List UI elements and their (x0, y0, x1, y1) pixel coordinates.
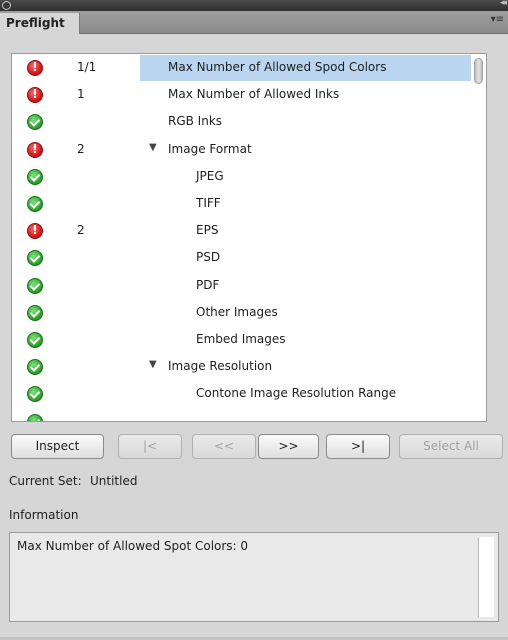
list-row[interactable]: Contone Image Resolution Range (12, 381, 486, 408)
information-scrollbar[interactable] (478, 537, 494, 617)
rule-label: EPS (196, 223, 219, 238)
issue-count: 1/1 (77, 60, 97, 74)
next-button[interactable]: >> (258, 434, 319, 459)
list-row[interactable]: PSD (12, 245, 486, 272)
list-row[interactable]: TIFF (12, 191, 486, 218)
issue-count: 1 (77, 87, 85, 102)
current-set-value: Untitled (90, 474, 138, 488)
issue-count: 2 (77, 223, 85, 238)
list-row[interactable]: PDF (12, 273, 486, 300)
ok-status-icon (27, 359, 43, 376)
close-panel-icon[interactable] (2, 1, 11, 10)
ok-status-icon (27, 332, 43, 348)
scrollbar-thumb[interactable] (474, 58, 483, 84)
collapse-panel-icon[interactable]: ◂◂ (500, 0, 507, 8)
list-row[interactable]: 2 ▼ Image Format (12, 137, 486, 164)
ok-status-icon (27, 196, 43, 212)
rule-label: Image Format (168, 141, 252, 156)
error-status-icon (27, 223, 43, 240)
information-box: Max Number of Allowed Spot Colors: 0 (9, 532, 499, 622)
list-row[interactable] (12, 409, 486, 421)
ok-status-icon (27, 168, 43, 185)
ok-status-icon (27, 413, 43, 421)
list-row[interactable]: 2 EPS (12, 218, 486, 245)
ok-status-icon (27, 114, 43, 131)
rule-label: PSD (196, 250, 221, 265)
error-status-icon (27, 60, 43, 76)
error-status-icon (27, 141, 43, 158)
panel-menu-icon[interactable]: ▾≡ (491, 14, 504, 25)
previous-button[interactable]: << (192, 434, 256, 459)
rule-label: Other Images (196, 304, 278, 319)
rule-label: Max Number of Allowed Inks (168, 87, 340, 102)
list-row[interactable]: ▼ Image Resolution (12, 354, 486, 381)
ok-status-icon (27, 304, 43, 321)
panel-titlebar: ◂◂ (0, 0, 508, 11)
error-status-icon (27, 87, 43, 104)
expand-triangle-icon[interactable]: ▼ (149, 359, 157, 370)
preflight-results-list[interactable]: Contone Image Resolution Range ▼ Image Res… (11, 53, 487, 422)
list-row[interactable]: Embed Images (12, 327, 486, 354)
information-text: Max Number of Allowed Spot Colors: 0 (17, 539, 249, 553)
tab-preflight[interactable]: Preflight (0, 13, 80, 34)
information-label: Information (9, 508, 79, 522)
first-button[interactable]: |< (118, 434, 182, 459)
issue-count: 2 (77, 141, 85, 156)
list-row[interactable]: RGB Inks (12, 109, 486, 136)
rule-label: RGB Inks (168, 114, 223, 129)
list-scrollbar[interactable] (471, 54, 486, 421)
list-row[interactable]: 1/1 Max Number of Allowed Spod Colors (12, 55, 486, 82)
rule-label: TIFF (196, 196, 221, 210)
rule-label: Embed Images (196, 332, 286, 346)
rule-label: JPEG (196, 168, 224, 183)
expand-triangle-icon[interactable]: ▼ (149, 142, 157, 153)
ok-status-icon (27, 386, 43, 403)
rule-label: Image Resolution (168, 359, 273, 374)
rule-label: PDF (196, 277, 220, 292)
ok-status-icon (27, 277, 43, 294)
last-button[interactable]: >| (326, 434, 390, 459)
rule-label: Max Number of Allowed Spod Colors (168, 60, 387, 74)
select-all-button[interactable]: Select All (399, 434, 503, 459)
inspect-button[interactable]: Inspect (11, 434, 104, 459)
rule-label: Contone Image Resolution Range (196, 386, 397, 401)
list-row[interactable]: Other Images (12, 300, 486, 327)
list-row[interactable]: 1 Max Number of Allowed Inks (12, 82, 486, 109)
tab-bar: Preflight ▾≡ (0, 11, 508, 34)
ok-status-icon (27, 250, 43, 267)
list-row[interactable]: JPEG (12, 164, 486, 191)
current-set-label: Current Set: (9, 474, 82, 488)
